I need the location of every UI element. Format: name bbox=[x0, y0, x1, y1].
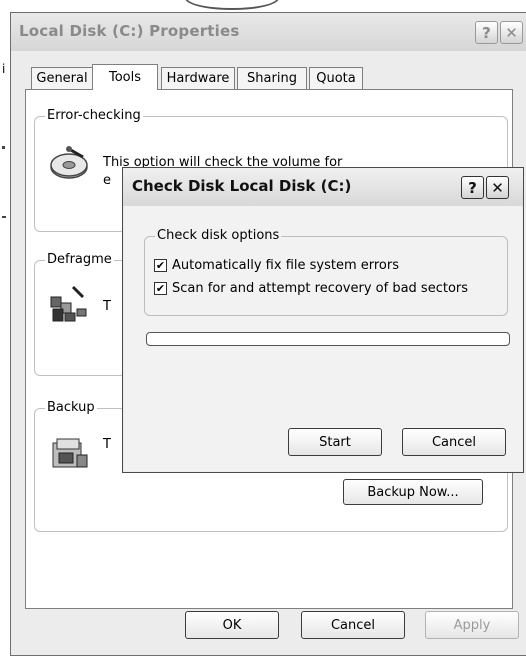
tab-quota[interactable]: Quota bbox=[309, 67, 363, 89]
check-disk-dialog: Check Disk Local Disk (C:) ? ✕ Check dis… bbox=[122, 167, 524, 473]
ok-button[interactable]: OK bbox=[185, 611, 279, 639]
help-button[interactable]: ? bbox=[475, 21, 498, 44]
dialog-title: Check Disk Local Disk (C:) bbox=[132, 177, 352, 195]
tab-hardware[interactable]: Hardware bbox=[161, 67, 235, 89]
start-button[interactable]: Start bbox=[288, 428, 382, 456]
dialog-close-button[interactable]: ✕ bbox=[486, 176, 509, 199]
checkbox-icon[interactable]: ✔ bbox=[154, 259, 167, 272]
error-checking-title: Error-checking bbox=[45, 108, 143, 123]
defragmentation-description-fragment: T bbox=[103, 299, 111, 314]
scan-recovery-label: Scan for and attempt recovery of bad sec… bbox=[172, 281, 469, 296]
backup-icon bbox=[49, 431, 91, 473]
backup-now-button[interactable]: Backup Now... bbox=[343, 479, 483, 505]
cancel-button[interactable]: Cancel bbox=[301, 611, 405, 639]
apply-button[interactable]: Apply bbox=[425, 611, 519, 639]
auto-fix-label: Automatically fix file system errors bbox=[172, 258, 400, 273]
check-disk-options-group: Check disk options bbox=[144, 228, 508, 316]
dialog-cancel-button[interactable]: Cancel bbox=[402, 428, 506, 456]
background-window-edge bbox=[185, 0, 279, 10]
dialog-help-button[interactable]: ? bbox=[461, 176, 484, 199]
background-mark bbox=[2, 216, 6, 218]
defragment-icon bbox=[49, 283, 91, 325]
backup-description-fragment: T bbox=[103, 437, 111, 452]
window-title: Local Disk (C:) Properties bbox=[19, 22, 240, 40]
checkbox-icon[interactable]: ✔ bbox=[154, 282, 167, 295]
dialog-body: Check disk options ✔ Automatically fix f… bbox=[124, 206, 522, 471]
close-button[interactable]: ✕ bbox=[500, 21, 523, 44]
check-disk-options-title: Check disk options bbox=[155, 228, 282, 243]
defragmentation-title: Defragme bbox=[45, 252, 114, 267]
tab-sharing[interactable]: Sharing bbox=[237, 67, 307, 89]
error-checking-description-fragment: e bbox=[103, 173, 111, 188]
background-text-fragment: i bbox=[2, 62, 6, 76]
dialog-title-bar: Check Disk Local Disk (C:) ? ✕ bbox=[123, 168, 523, 206]
background-mark bbox=[2, 146, 5, 149]
title-bar: Local Disk (C:) Properties ? ✕ bbox=[11, 13, 526, 51]
backup-title: Backup bbox=[45, 400, 97, 415]
tab-tools[interactable]: Tools bbox=[92, 64, 158, 90]
scan-recovery-option[interactable]: ✔ Scan for and attempt recovery of bad s… bbox=[154, 281, 468, 296]
check-disk-progress-bar bbox=[146, 332, 510, 346]
disk-check-icon bbox=[49, 145, 91, 185]
tab-general[interactable]: General bbox=[31, 67, 93, 89]
auto-fix-option[interactable]: ✔ Automatically fix file system errors bbox=[154, 258, 399, 273]
